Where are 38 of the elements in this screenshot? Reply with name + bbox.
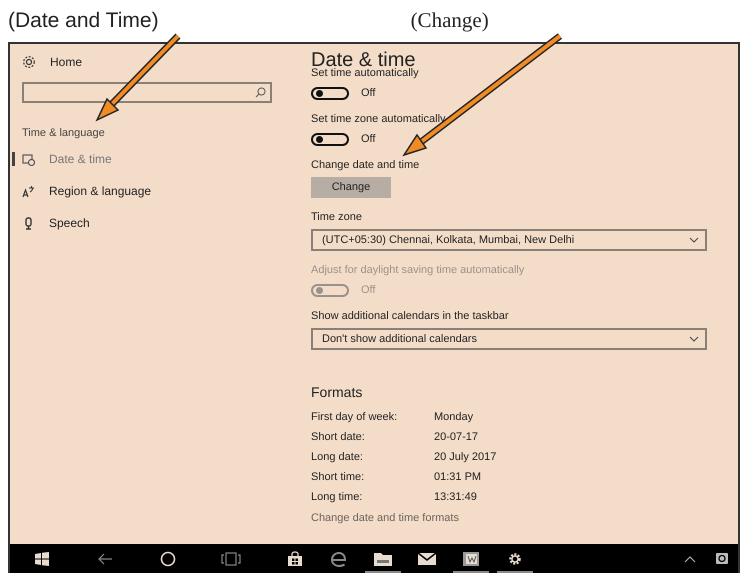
format-label: Long date: xyxy=(311,450,364,464)
annotation-label: (Change) xyxy=(410,6,489,34)
chevron-down-icon xyxy=(689,336,699,342)
search-icon xyxy=(255,87,266,98)
format-value: 01:31 PM xyxy=(434,470,482,484)
setting-label: Time zone xyxy=(311,210,363,224)
format-label: First day of week: xyxy=(311,410,398,424)
toggle-state: Off xyxy=(361,132,376,147)
language-icon xyxy=(22,184,35,198)
setting-label: Adjust for daylight saving time automatically xyxy=(311,263,526,277)
dropdown[interactable]: Don't show additional calendars xyxy=(311,328,707,350)
format-value: 20-07-17 xyxy=(434,430,480,444)
annotation-label: (Date and Time) xyxy=(8,8,159,34)
setting-label: Set time zone automatically xyxy=(311,112,447,126)
format-label: Short time: xyxy=(311,470,366,484)
search-field[interactable] xyxy=(22,82,272,103)
dropdown[interactable]: (UTC+05:30) Chennai, Kolkata, Mumbai, New Delhi xyxy=(311,229,707,251)
section-heading: Formats xyxy=(311,383,364,400)
toggle-switch[interactable] xyxy=(311,132,349,146)
nav-item[interactable]: Speech xyxy=(12,213,299,233)
section-heading: Time & language xyxy=(22,126,106,141)
toggle-state: Off xyxy=(361,282,376,298)
formats-link[interactable]: Change date and time formats xyxy=(311,511,738,525)
calendar-icon xyxy=(22,152,35,166)
format-value: 20 July 2017 xyxy=(434,450,498,464)
format-label: Short date: xyxy=(311,430,366,444)
settings-icon xyxy=(22,55,36,69)
chevron-down-icon xyxy=(689,237,699,243)
setting-label: Show additional calendars in the taskbar xyxy=(311,309,510,323)
nav-item[interactable]: Region & language xyxy=(12,181,299,201)
setting-label: Change date and time xyxy=(311,158,420,172)
toggle-state: Off xyxy=(361,86,376,101)
format-value: Monday xyxy=(434,410,474,424)
change-button[interactable]: Change xyxy=(311,177,391,198)
home-link[interactable]: Home xyxy=(50,53,82,71)
format-label: Long time: xyxy=(311,490,364,504)
toggle-switch[interactable] xyxy=(311,86,349,100)
format-value: 13:31:49 xyxy=(434,490,478,504)
